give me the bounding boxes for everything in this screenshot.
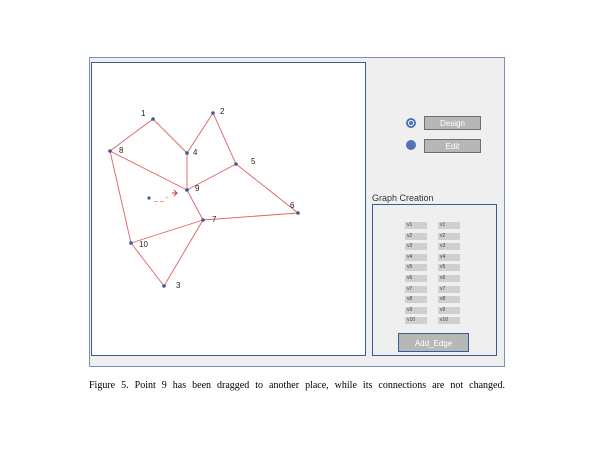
drag-arrow-icon bbox=[172, 189, 179, 197]
edge-4-2 bbox=[186, 112, 214, 154]
node-9[interactable] bbox=[185, 188, 189, 192]
vertex-item-right-v2[interactable]: v2 bbox=[438, 232, 460, 240]
add-edge-button[interactable]: Add_Edge bbox=[398, 333, 469, 352]
node-6[interactable] bbox=[296, 211, 300, 215]
vertex-item-left-v7[interactable]: v7 bbox=[405, 285, 427, 293]
vertex-item-right-v6[interactable]: v6 bbox=[438, 275, 460, 282]
node-8[interactable] bbox=[108, 149, 112, 153]
node-7[interactable] bbox=[201, 218, 205, 222]
edge-1-4 bbox=[152, 118, 188, 154]
edge-8-1 bbox=[109, 118, 154, 152]
vertex-item-right-v5[interactable]: v5 bbox=[438, 264, 460, 272]
edge-10-3 bbox=[130, 242, 165, 287]
node-label-2: 2 bbox=[220, 107, 225, 116]
node-label-3: 3 bbox=[176, 281, 181, 290]
vertex-item-right-v3[interactable]: v3 bbox=[438, 243, 460, 251]
vertex-item-right-v8[interactable]: v8 bbox=[438, 296, 460, 304]
edge-9-7 bbox=[186, 189, 204, 221]
node-4[interactable] bbox=[185, 151, 189, 155]
node-label-6: 6 bbox=[290, 201, 295, 210]
vertex-item-left-v6[interactable]: v6 bbox=[405, 275, 427, 282]
edge-2-5 bbox=[212, 112, 237, 165]
node-3[interactable] bbox=[162, 284, 166, 288]
node-label-5: 5 bbox=[251, 157, 256, 166]
node-2[interactable] bbox=[211, 111, 215, 115]
node-10[interactable] bbox=[129, 241, 133, 245]
edge-7-6 bbox=[202, 212, 299, 221]
edit-button[interactable]: Edit bbox=[424, 139, 481, 153]
figure-caption: Figure 5. Point 9 has been dragged to an… bbox=[89, 380, 505, 391]
vertex-item-right-v4[interactable]: v4 bbox=[438, 253, 460, 261]
vertex-item-left-v9[interactable]: v9 bbox=[405, 306, 427, 314]
vertex-item-right-v1[interactable]: v1 bbox=[438, 222, 460, 229]
edge-8-9 bbox=[109, 150, 188, 191]
design-button[interactable]: Design bbox=[424, 116, 481, 130]
node-label-7: 7 bbox=[212, 215, 217, 224]
vertex-item-left-v3[interactable]: v3 bbox=[405, 243, 427, 251]
node-label-8: 8 bbox=[119, 146, 124, 155]
edge-5-6 bbox=[235, 163, 299, 214]
node-label-4: 4 bbox=[193, 148, 198, 157]
edge-8-10 bbox=[109, 150, 132, 244]
node-label-1: 1 bbox=[141, 109, 146, 118]
vertex-item-right-v7[interactable]: v7 bbox=[438, 285, 460, 293]
vertex-item-left-v1[interactable]: v1 bbox=[405, 222, 427, 229]
vertex-item-left-v5[interactable]: v5 bbox=[405, 264, 427, 272]
vertex-item-right-v10[interactable]: v10 bbox=[438, 317, 460, 325]
edit-radio[interactable] bbox=[406, 140, 416, 150]
node-label-9: 9 bbox=[195, 184, 200, 193]
node-5[interactable] bbox=[234, 162, 238, 166]
vertex-item-left-v2[interactable]: v2 bbox=[405, 232, 427, 240]
node-label-10: 10 bbox=[139, 240, 148, 249]
ghost-label: _ _ - bbox=[153, 195, 169, 202]
vertex-item-left-v8[interactable]: v8 bbox=[405, 296, 427, 304]
ghost-point bbox=[147, 196, 151, 200]
graph-creation-title: Graph Creation bbox=[372, 193, 434, 203]
design-radio[interactable] bbox=[406, 118, 416, 128]
vertex-item-left-v4[interactable]: v4 bbox=[405, 253, 427, 261]
vertex-item-right-v9[interactable]: v9 bbox=[438, 306, 460, 314]
vertex-item-left-v10[interactable]: v10 bbox=[405, 317, 427, 325]
node-1[interactable] bbox=[151, 117, 155, 121]
edge-7-3 bbox=[163, 219, 204, 287]
